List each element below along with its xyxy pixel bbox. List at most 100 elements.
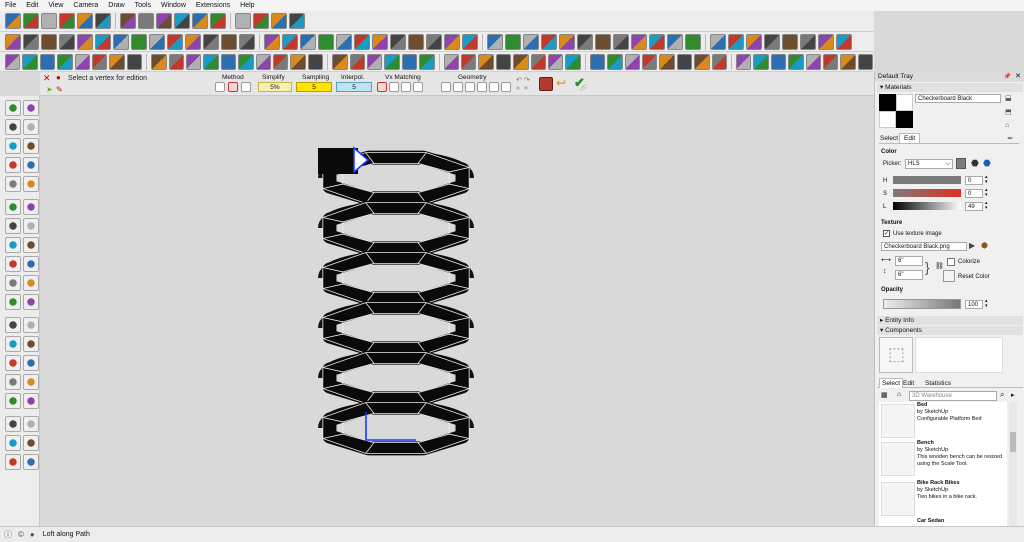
toolbar-tool-icon[interactable] xyxy=(307,53,324,70)
left-tool-icon[interactable] xyxy=(23,355,39,371)
geometry-icon-5[interactable] xyxy=(489,82,499,92)
menu-file[interactable]: File xyxy=(0,0,21,11)
left-tool-icon[interactable] xyxy=(23,336,39,352)
match-model-color-icon[interactable]: ⬣ xyxy=(971,158,979,169)
display-secondary-icon[interactable]: ⬓ xyxy=(1005,94,1012,102)
left-tool-icon[interactable] xyxy=(5,336,21,352)
toolbar-tool-icon[interactable] xyxy=(642,53,658,70)
sampling-field[interactable]: 5 xyxy=(296,82,332,92)
toolbar-tool-icon[interactable] xyxy=(487,33,503,50)
toolbar-tool-icon[interactable] xyxy=(149,33,165,50)
toolbar-tool-icon[interactable] xyxy=(151,53,167,70)
hue-slider[interactable] xyxy=(893,176,961,184)
toolbar-tool-icon[interactable] xyxy=(167,33,183,50)
toolbar-tool-icon[interactable] xyxy=(659,53,675,70)
s-field[interactable]: 0 xyxy=(965,189,983,198)
tab-statistics[interactable]: Statistics xyxy=(925,380,951,387)
toolbar-tool-icon[interactable] xyxy=(823,53,839,70)
left-tool-icon[interactable] xyxy=(23,374,39,390)
toolbar-tool-icon[interactable] xyxy=(95,33,111,50)
menu-draw[interactable]: Draw xyxy=(103,0,129,11)
toolbar-tool-icon[interactable] xyxy=(174,13,190,29)
toolbar-tool-icon[interactable] xyxy=(354,33,370,50)
left-tool-icon[interactable] xyxy=(23,100,39,116)
geometry-icon-2[interactable] xyxy=(453,82,463,92)
aspect-lock-icon[interactable]: } xyxy=(925,258,930,276)
list-item[interactable]: Bed by SketchUp Configurable Platform Be… xyxy=(879,402,1007,441)
toolbar-tool-icon[interactable] xyxy=(419,53,435,70)
menu-camera[interactable]: Camera xyxy=(68,0,103,11)
vx-match-icon-3[interactable] xyxy=(401,82,411,92)
last-icon[interactable]: » xyxy=(524,85,528,92)
toolbar-tool-icon[interactable] xyxy=(221,33,237,50)
geometry-icon-4[interactable] xyxy=(477,82,487,92)
toolbar-tool-icon[interactable] xyxy=(372,33,388,50)
left-tool-icon[interactable] xyxy=(5,393,21,409)
toolbar-tool-icon[interactable] xyxy=(349,53,366,70)
left-tool-icon[interactable] xyxy=(23,317,39,333)
toolbar-tool-icon[interactable] xyxy=(857,53,874,70)
toolbar-tool-icon[interactable] xyxy=(710,33,726,50)
picker-select[interactable]: HLS ⌵ xyxy=(905,159,953,169)
left-tool-icon[interactable] xyxy=(5,317,21,333)
left-tool-icon[interactable] xyxy=(23,199,39,215)
toolbar-tool-icon[interactable] xyxy=(559,33,575,50)
method-icon-2[interactable] xyxy=(228,82,238,92)
toolbar-tool-icon[interactable] xyxy=(239,33,255,50)
toolbar-tool-icon[interactable] xyxy=(711,53,728,70)
list-item[interactable]: Bench by SketchUp This wooden bench can … xyxy=(879,440,1007,481)
toolbar-tool-icon[interactable] xyxy=(782,33,798,50)
left-tool-icon[interactable] xyxy=(23,176,39,192)
toolbar-tool-icon[interactable] xyxy=(273,53,289,70)
left-tool-icon[interactable] xyxy=(23,119,39,135)
components-header[interactable]: ▾ Components xyxy=(877,326,1023,335)
vx-match-icon-4[interactable] xyxy=(413,82,423,92)
toolbar-tool-icon[interactable] xyxy=(478,53,494,70)
toolbar-tool-icon[interactable] xyxy=(818,33,834,50)
view-options-icon[interactable]: ▦ xyxy=(881,391,888,399)
lightness-slider[interactable] xyxy=(893,202,961,210)
toolbar-tool-icon[interactable] xyxy=(770,53,787,70)
left-tool-icon[interactable] xyxy=(5,218,21,234)
toolbar-tool-icon[interactable] xyxy=(401,53,418,70)
toolbar-tool-icon[interactable] xyxy=(548,53,564,70)
toolbar-tool-icon[interactable] xyxy=(736,53,752,70)
opacity-slider[interactable] xyxy=(883,299,961,309)
toolbar-tool-icon[interactable] xyxy=(235,13,251,29)
components-scrollbar[interactable] xyxy=(1009,402,1017,526)
toolbar-tool-icon[interactable] xyxy=(443,53,460,70)
h-spinner-icon[interactable]: ▴ ▾ xyxy=(985,175,988,185)
left-tool-icon[interactable] xyxy=(23,138,39,154)
3d-viewport[interactable] xyxy=(40,96,874,526)
toolbar-tool-icon[interactable] xyxy=(444,33,460,50)
toolbar-tool-icon[interactable] xyxy=(408,33,424,50)
toolbar-tool-icon[interactable] xyxy=(5,33,21,50)
entity-info-header[interactable]: ▸ Entity Info xyxy=(877,316,1023,325)
toolbar-tool-icon[interactable] xyxy=(192,13,208,29)
redo-icon[interactable]: ↷ xyxy=(524,76,530,84)
left-tool-icon[interactable] xyxy=(23,454,39,470)
toolbar-tool-icon[interactable] xyxy=(238,53,254,70)
toolbar-tool-icon[interactable] xyxy=(59,13,75,29)
left-tool-icon[interactable] xyxy=(5,374,21,390)
toolbar-tool-icon[interactable] xyxy=(613,33,629,50)
left-tool-icon[interactable] xyxy=(5,435,21,451)
toolbar-tool-icon[interactable] xyxy=(589,53,606,70)
component-search-input[interactable]: 3D Warehouse xyxy=(909,391,997,401)
vx-match-icon-1[interactable] xyxy=(377,82,387,92)
toolbar-tool-icon[interactable] xyxy=(728,33,744,50)
toolbar-tool-icon[interactable] xyxy=(74,53,91,70)
toolbar-tool-icon[interactable] xyxy=(764,33,780,50)
home-icon[interactable]: ⌂ xyxy=(1005,122,1009,129)
materials-header[interactable]: ▾ Materials xyxy=(877,83,1023,92)
left-tool-icon[interactable] xyxy=(5,256,21,272)
left-tool-icon[interactable] xyxy=(23,256,39,272)
left-tool-icon[interactable] xyxy=(23,157,39,173)
toolbar-tool-icon[interactable] xyxy=(156,13,172,29)
toolbar-tool-icon[interactable] xyxy=(624,53,641,70)
toolbar-tool-icon[interactable] xyxy=(631,33,647,50)
toolbar-tool-icon[interactable] xyxy=(168,53,185,70)
menu-tools[interactable]: Tools xyxy=(130,0,156,11)
tab-edit[interactable]: Edit xyxy=(899,133,921,143)
exit-icon[interactable] xyxy=(539,77,553,91)
